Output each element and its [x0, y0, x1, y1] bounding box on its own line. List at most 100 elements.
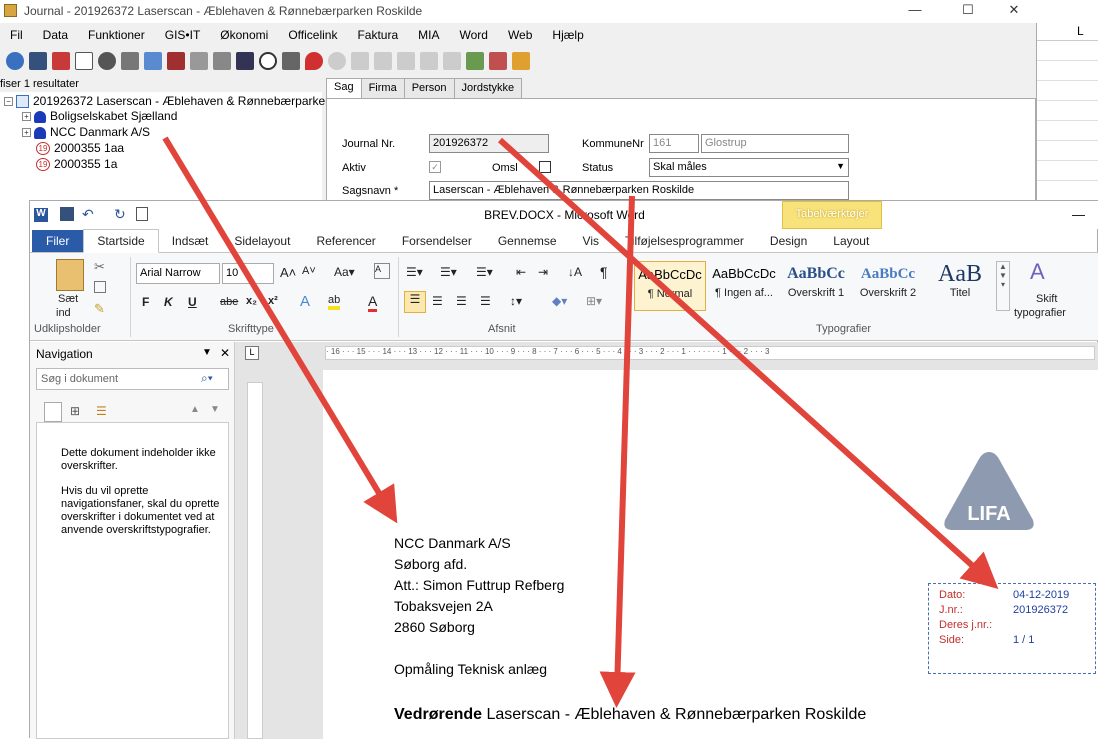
- shrink-font-icon[interactable]: A˅: [302, 265, 316, 277]
- sagsnavn-field[interactable]: Laserscan - Æblehaven & Rønnebærparken R…: [429, 181, 849, 200]
- menu-faktura[interactable]: Faktura: [347, 26, 408, 46]
- style-normal[interactable]: AaBbCcDc ¶ Normal: [634, 261, 706, 311]
- bullets-icon[interactable]: ☰▾: [406, 265, 423, 279]
- tree-item-parcel-1aa[interactable]: 19 2000355 1aa: [36, 141, 124, 156]
- tab-jordstykke[interactable]: Jordstykke: [453, 78, 523, 98]
- document-page[interactable]: LIFA NCC Danmark A/S Søborg afd. Att.: S…: [323, 370, 1098, 739]
- more-icon[interactable]: [144, 52, 162, 70]
- underline-icon[interactable]: U: [188, 295, 197, 309]
- expand-icon[interactable]: +: [22, 112, 31, 122]
- copy-icon[interactable]: [94, 281, 106, 293]
- highlight-icon[interactable]: ab: [328, 294, 341, 310]
- align-left-icon[interactable]: ☰: [404, 291, 426, 313]
- bank-icon[interactable]: [236, 52, 254, 70]
- maximize-icon[interactable]: ☐: [953, 2, 983, 20]
- line-spacing-icon[interactable]: ↕▾: [510, 294, 522, 308]
- email-icon[interactable]: [328, 52, 346, 70]
- status-select[interactable]: Skal måles ▼: [649, 158, 849, 177]
- numbering-icon[interactable]: ☰▾: [440, 265, 457, 279]
- close-icon[interactable]: ✕: [999, 2, 1029, 20]
- tab-layout[interactable]: Layout: [820, 230, 882, 252]
- bold-icon[interactable]: F: [142, 295, 149, 309]
- vertical-ruler[interactable]: [247, 382, 263, 739]
- nav-search-box[interactable]: Søg i dokument ⌕▾: [36, 368, 229, 390]
- tab-filer[interactable]: Filer: [32, 230, 84, 252]
- align-center-icon[interactable]: ☰: [432, 294, 443, 308]
- grow-font-icon[interactable]: A˄: [280, 265, 296, 280]
- align-right-icon[interactable]: ☰: [456, 294, 467, 308]
- phone-icon[interactable]: [351, 52, 369, 70]
- search-icon[interactable]: ⌕▾: [201, 371, 213, 386]
- cut-icon[interactable]: ✂: [94, 259, 105, 275]
- decrease-indent-icon[interactable]: ⇤: [516, 265, 526, 279]
- strikethrough-icon[interactable]: abe: [220, 296, 238, 308]
- results-view-icon[interactable]: ☰: [96, 404, 107, 418]
- headings-view-icon[interactable]: [44, 402, 62, 422]
- clear-format-icon[interactable]: A: [374, 263, 390, 279]
- skype-icon[interactable]: [443, 52, 461, 70]
- menu-web[interactable]: Web: [498, 26, 542, 46]
- justify-icon[interactable]: ☰: [480, 294, 491, 308]
- tab-startside[interactable]: Startside: [83, 229, 159, 253]
- menu-fil[interactable]: Fil: [0, 26, 33, 46]
- style-title[interactable]: AaB Titel: [924, 261, 996, 311]
- pages-view-icon[interactable]: ⊞: [70, 404, 80, 418]
- menu-word[interactable]: Word: [449, 26, 497, 46]
- change-case-icon[interactable]: Aa▾: [334, 265, 355, 279]
- change-styles-icon[interactable]: A: [1030, 259, 1045, 285]
- stamp-icon[interactable]: [282, 52, 300, 70]
- tab-design[interactable]: Design: [757, 230, 820, 252]
- pane-options-icon[interactable]: ▼: [202, 347, 212, 358]
- map-icon[interactable]: [121, 52, 139, 70]
- paste-label[interactable]: Sæt: [58, 293, 78, 305]
- subscript-icon[interactable]: x₂: [246, 295, 257, 307]
- sort-icon[interactable]: ↓A: [568, 265, 582, 279]
- tab-forsendelser[interactable]: Forsendelser: [389, 230, 485, 252]
- tab-indsaet[interactable]: Indsæt: [159, 230, 222, 252]
- notes-icon[interactable]: [190, 52, 208, 70]
- tab-firma[interactable]: Firma: [360, 78, 405, 98]
- paste-icon[interactable]: [56, 259, 84, 291]
- font-name-box[interactable]: Arial Narrow: [136, 263, 220, 284]
- pilcrow-icon[interactable]: ¶: [600, 264, 608, 280]
- superscript-icon[interactable]: x²: [268, 295, 278, 307]
- paste-sub-label[interactable]: ind: [56, 307, 71, 319]
- calendar-icon[interactable]: [489, 52, 507, 70]
- shading-icon[interactable]: ◆▾: [552, 294, 567, 308]
- tab-referencer[interactable]: Referencer: [303, 230, 388, 252]
- style-no-spacing[interactable]: AaBbCcDc ¶ Ingen af...: [708, 261, 780, 311]
- next-icon[interactable]: ▼: [210, 404, 220, 415]
- borders-icon[interactable]: ⊞▾: [586, 294, 602, 308]
- omsl-checkbox[interactable]: [539, 161, 551, 173]
- menu-data[interactable]: Data: [33, 26, 78, 46]
- style-heading-1[interactable]: AaBbCc Overskrift 1: [780, 261, 852, 311]
- tab-gennemse[interactable]: Gennemse: [485, 230, 570, 252]
- export-icon[interactable]: [466, 52, 484, 70]
- menu-gisit[interactable]: GIS•IT: [155, 26, 211, 46]
- nav-search-input[interactable]: Søg i dokument: [41, 373, 118, 385]
- tree-item-ncc[interactable]: + NCC Danmark A/S: [22, 125, 150, 139]
- tab-vis[interactable]: Vis: [570, 230, 612, 252]
- font-size-box[interactable]: 10: [222, 263, 274, 284]
- kommune-nr-field[interactable]: 161: [649, 134, 699, 153]
- tab-selector-icon[interactable]: L: [245, 346, 259, 360]
- save-icon[interactable]: [29, 52, 47, 70]
- menu-funktioner[interactable]: Funktioner: [78, 26, 155, 46]
- format-painter-icon[interactable]: ✎: [94, 301, 105, 317]
- change-styles-label[interactable]: Skift: [1036, 293, 1057, 305]
- collapse-icon[interactable]: −: [4, 97, 13, 107]
- tree-item-boligselskabet[interactable]: + Boligselskabet Sjælland: [22, 109, 177, 123]
- sms-icon[interactable]: [420, 52, 438, 70]
- menu-officelink[interactable]: Officelink: [278, 26, 347, 46]
- mobile-icon[interactable]: [374, 52, 392, 70]
- italic-icon[interactable]: K: [164, 295, 173, 309]
- tab-tilfoejelsesprogrammer[interactable]: Tilføjelsesprogrammer: [612, 230, 757, 252]
- folder-icon[interactable]: [512, 52, 530, 70]
- close-pane-icon[interactable]: ✕: [220, 346, 230, 360]
- tab-person[interactable]: Person: [403, 78, 455, 98]
- expand-icon[interactable]: +: [22, 128, 31, 138]
- fax-icon[interactable]: [397, 52, 415, 70]
- journal-nr-field[interactable]: 201926372: [429, 134, 549, 153]
- tab-sag[interactable]: Sag: [326, 78, 362, 98]
- tree-root[interactable]: − 201926372 Laserscan - Æblehaven & Rønne…: [4, 94, 351, 109]
